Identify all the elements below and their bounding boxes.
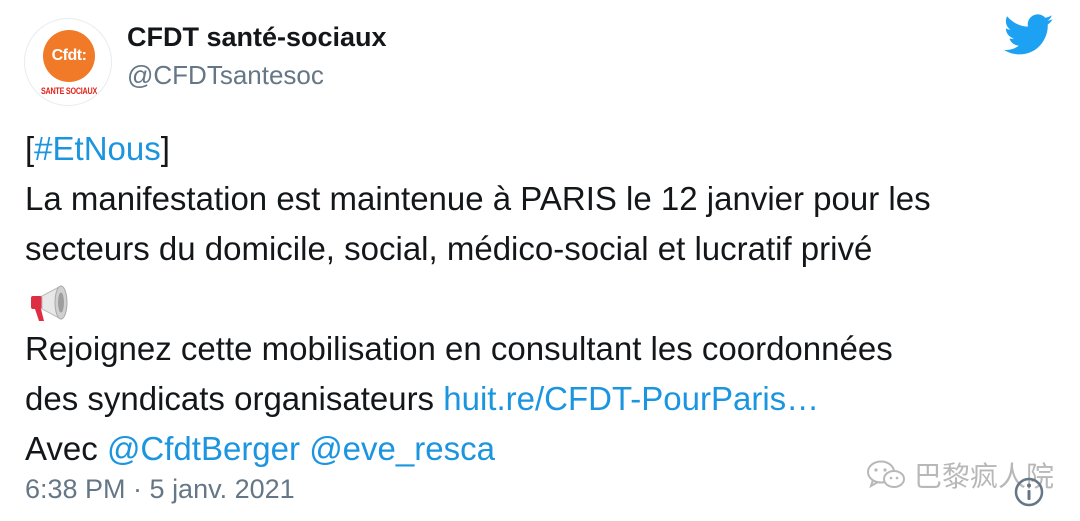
hashtag-link[interactable]: #EtNous xyxy=(34,130,161,167)
tweet-line-1: [#EtNous] xyxy=(25,124,1065,174)
megaphone-icon xyxy=(31,285,68,322)
twitter-bird-icon[interactable] xyxy=(1004,14,1054,56)
display-name[interactable]: CFDT santé-sociaux xyxy=(127,22,387,53)
tweet-line-2: La manifestation est maintenue à PARIS l… xyxy=(25,180,931,217)
avatar[interactable]: Cfdt: SANTE SOCIAUX xyxy=(24,18,112,106)
bracket-close: ] xyxy=(160,130,170,167)
mention-link-1[interactable]: @CfdtBerger xyxy=(107,430,300,467)
tweet-line-6: des syndicats organisateurs huit.re/CFDT… xyxy=(25,374,1065,424)
avatar-logo: Cfdt: xyxy=(43,30,95,82)
tweet-card: Cfdt: SANTE SOCIAUX CFDT santé-sociaux @… xyxy=(0,0,1080,521)
timestamp[interactable]: 6:38 PM · 5 janv. 2021 xyxy=(25,474,295,505)
tweet-text: [#EtNous] La manifestation est maintenue… xyxy=(25,124,1065,474)
tweet-line-5: Rejoignez cette mobilisation en consulta… xyxy=(25,330,893,367)
bracket-open: [ xyxy=(25,130,35,167)
tweet-line-4 xyxy=(25,274,1065,324)
user-handle[interactable]: @CFDTsantesoc xyxy=(127,60,324,91)
mention-link-2[interactable]: @eve_resca xyxy=(309,430,495,467)
tweet-line-3: secteurs du domicile, social, médico-soc… xyxy=(25,230,873,267)
avatar-logo-text: Cfdt: xyxy=(51,47,87,64)
wechat-icon xyxy=(867,460,905,489)
info-icon[interactable] xyxy=(1013,476,1045,508)
line7-prefix: Avec xyxy=(25,430,107,467)
url-link[interactable]: huit.re/CFDT-PourParis… xyxy=(443,380,819,417)
avatar-subtext: SANTE SOCIAUX xyxy=(40,86,98,96)
line6-text: des syndicats organisateurs xyxy=(25,380,444,417)
